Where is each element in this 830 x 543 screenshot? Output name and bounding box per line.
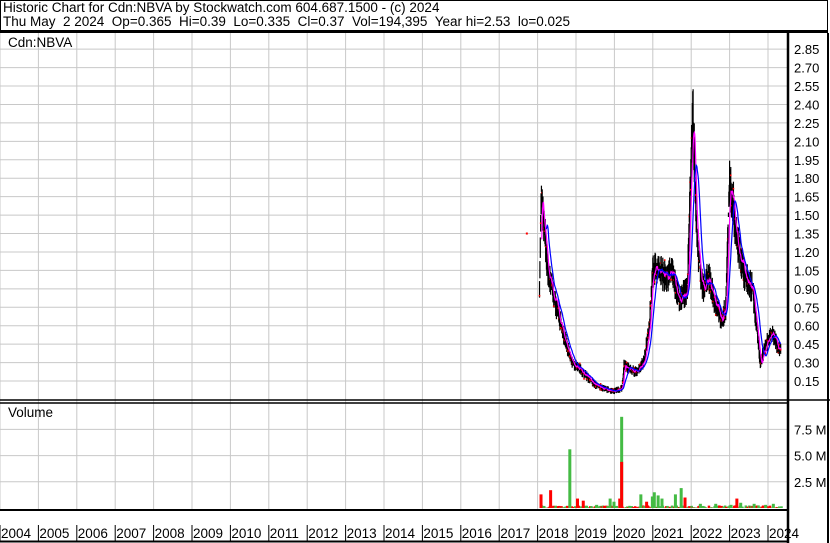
y-tick-label: 1.20 (794, 245, 819, 260)
x-tick-label: 2005 (39, 526, 69, 541)
volume-bar (633, 506, 637, 508)
x-tick-label: 2010 (231, 526, 261, 541)
x-tick-label: 2007 (116, 526, 146, 541)
volume-bar (612, 501, 616, 508)
x-tick-label: 2015 (423, 526, 453, 541)
y-tick-label: 2.10 (794, 134, 819, 149)
price-panel-title: Cdn:NBVA (8, 35, 72, 50)
close-dot (579, 362, 581, 365)
volume-bar (698, 503, 702, 508)
close-dot (538, 294, 541, 297)
volume-bar (688, 506, 691, 508)
close-dot (525, 232, 528, 235)
volume-bar (735, 498, 739, 508)
close-dot (539, 222, 542, 225)
volume-tick-label: 5.0 M (794, 449, 827, 464)
volume-bar (608, 498, 612, 508)
volume-bar (673, 494, 677, 508)
x-tick-label: 2022 (692, 526, 722, 541)
y-tick-label: 2.55 (794, 79, 819, 94)
volume-bar (620, 461, 624, 508)
y-tick-label: 1.65 (794, 190, 819, 205)
close-dot (670, 278, 672, 281)
volume-bar (660, 498, 664, 508)
volume-bar (639, 494, 643, 508)
y-tick-label: 0.15 (794, 374, 819, 389)
close-dot (732, 187, 735, 190)
volume-bar (581, 500, 585, 508)
y-tick-label: 1.35 (794, 227, 819, 242)
x-tick-label: 2019 (577, 526, 607, 541)
y-tick-label: 1.95 (794, 153, 819, 168)
volume-bar (768, 505, 772, 508)
y-tick-label: 2.70 (794, 61, 819, 76)
y-tick-label: 2.40 (794, 97, 819, 112)
y-tick-label: 1.50 (794, 208, 819, 223)
y-tick-label: 0.75 (794, 300, 819, 315)
x-tick-label: 2016 (462, 526, 492, 541)
x-tick-label: 2006 (78, 526, 108, 541)
y-tick-label: 1.80 (794, 171, 819, 186)
y-tick-label: 1.05 (794, 263, 819, 278)
volume-bar (549, 490, 553, 508)
volume-bar (752, 503, 756, 508)
price-volume-chart: 2.85 2.70 2.55 2.40 2.25 2.10 1.95 1.80 1.65 1.50… (0, 33, 830, 543)
volume-bar (542, 505, 546, 508)
volume-bar (707, 505, 711, 508)
volume-bar (764, 504, 768, 508)
volume-bar (652, 492, 656, 508)
x-tick-label: 2024 (769, 526, 800, 541)
x-tick-label: 2009 (193, 526, 223, 541)
close-dot (583, 378, 585, 380)
x-tick-label: 2017 (500, 526, 530, 541)
volume-tick-label: 7.5 M (794, 422, 827, 437)
x-tick-label: 2008 (155, 526, 185, 541)
x-tick-label: 2021 (654, 526, 684, 541)
close-dot (649, 305, 652, 307)
y-tick-label: 0.90 (794, 282, 819, 297)
close-dot (663, 259, 666, 261)
volume-bar (771, 503, 775, 508)
close-dot (729, 174, 732, 177)
volume-bar (666, 505, 669, 508)
volume-bar (656, 495, 660, 508)
x-tick-label: 2012 (308, 526, 338, 541)
x-tick-label: 2014 (385, 526, 416, 541)
close-dot (653, 281, 656, 283)
x-tick-label: 2020 (615, 526, 645, 541)
y-tick-label: 2.85 (794, 42, 819, 57)
volume-bar (539, 494, 543, 508)
volume-bar (683, 497, 687, 508)
y-tick-label: 0.60 (794, 319, 819, 334)
x-tick-label: 2023 (731, 526, 761, 541)
volume-bar (729, 504, 733, 508)
x-tick-label: 2011 (270, 526, 299, 541)
y-tick-label: 2.25 (794, 116, 819, 131)
volume-tick-label: 2.5 M (794, 475, 827, 490)
volume-bar (645, 501, 649, 508)
volume-bar (679, 488, 683, 508)
volume-bar (780, 506, 783, 508)
volume-bar (739, 502, 743, 508)
volume-bar (568, 449, 572, 508)
volume-bar (615, 505, 619, 508)
y-tick-label: 0.45 (794, 337, 819, 352)
volume-panel-title: Volume (8, 405, 53, 420)
x-tick-label: 2013 (347, 526, 377, 541)
volume-bar (576, 498, 579, 508)
volume-bar (714, 503, 718, 508)
x-tick-label: 2004 (1, 526, 32, 541)
close-dot (552, 305, 555, 308)
y-tick-label: 0.30 (794, 356, 819, 371)
x-tick-label: 2018 (539, 526, 569, 541)
volume-bar (595, 504, 599, 508)
